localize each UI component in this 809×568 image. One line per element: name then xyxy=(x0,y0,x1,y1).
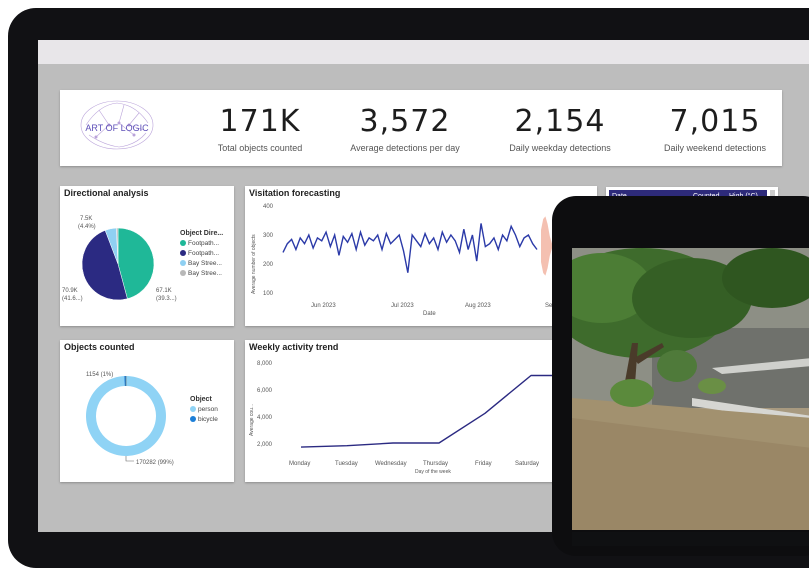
data-label: 1154 (1%) xyxy=(86,372,113,378)
data-label: (4.4%) xyxy=(78,224,96,230)
legend-title: Object xyxy=(190,396,212,403)
y-tick: 4,000 xyxy=(257,415,273,421)
legend-swatch xyxy=(190,416,196,423)
objects-legend: Object person bicycle xyxy=(190,396,218,423)
y-tick: 200 xyxy=(263,262,274,268)
leader-line xyxy=(125,456,134,462)
data-label: 170282 (99%) xyxy=(136,460,174,466)
kpi-label: Daily weekend detections xyxy=(663,143,767,153)
top-strip xyxy=(38,40,809,64)
directional-legend: Object Dire... Footpath... Footpath... B… xyxy=(180,230,223,277)
x-axis-label: Day of the week xyxy=(415,469,451,475)
series-line[interactable] xyxy=(300,374,577,448)
legend-label: Footpath... xyxy=(188,240,220,247)
legend-swatch xyxy=(180,240,186,247)
y-tick: 2,000 xyxy=(257,442,273,448)
kpi-card: ART OF LOGIC 171K Total objects counted … xyxy=(60,90,782,166)
data-label: 70.9K xyxy=(62,288,78,294)
kpi-label: Average detections per day xyxy=(350,143,460,153)
data-label: 67.1K xyxy=(156,288,172,294)
weekly-line-chart[interactable]: 8,000 6,000 4,000 2,000 Average cou... M… xyxy=(245,340,597,482)
x-tick: Aug 2023 xyxy=(465,303,491,309)
legend-label: Footpath... xyxy=(188,250,220,257)
legend-label: Bay Stree... xyxy=(188,270,222,277)
objects-counted-card[interactable]: Objects counted 1154 (1%) 170282 (99%) O… xyxy=(60,340,234,482)
legend-swatch xyxy=(180,250,186,257)
legend-item[interactable]: person xyxy=(190,406,218,413)
visitation-forecasting-card[interactable]: Visitation forecasting 400 300 200 100 J… xyxy=(245,186,597,326)
x-axis-label: Date xyxy=(423,311,436,317)
kpi-average-per-day: 3,572 Average detections per day xyxy=(330,104,480,153)
x-tick: Jul 2023 xyxy=(391,303,414,309)
weekly-activity-card[interactable]: Weekly activity trend 8,000 6,000 4,000 … xyxy=(245,340,597,482)
y-tick: 100 xyxy=(263,291,274,297)
legend-item[interactable]: Footpath... xyxy=(180,240,223,247)
legend-swatch xyxy=(190,406,196,413)
kpi-value: 171K xyxy=(219,104,301,139)
data-label: (39.3...) xyxy=(156,296,177,302)
forecast-line-chart[interactable]: 400 300 200 100 Jun 2023 Jul 2023 Aug 20… xyxy=(245,186,597,326)
legend-item[interactable]: Footpath... xyxy=(180,250,223,257)
y-tick: 400 xyxy=(263,204,274,210)
donut-slice[interactable] xyxy=(85,376,166,456)
y-axis-label: Average number of objects xyxy=(251,234,257,294)
y-tick: 6,000 xyxy=(257,388,273,394)
legend-item[interactable]: bicycle xyxy=(190,416,218,423)
kpi-label: Daily weekday detections xyxy=(509,143,611,153)
legend-label: person xyxy=(198,406,218,413)
y-tick: 8,000 xyxy=(257,361,273,367)
x-tick: Jun 2023 xyxy=(311,303,336,309)
x-tick: Saturday xyxy=(515,461,539,467)
x-tick: Monday xyxy=(289,461,310,467)
card-title: Objects counted xyxy=(64,342,135,352)
kpi-label: Total objects counted xyxy=(217,143,303,153)
legend-swatch xyxy=(180,260,186,267)
series-line[interactable] xyxy=(282,223,538,273)
kpi-value: 3,572 xyxy=(359,104,451,139)
directional-analysis-card[interactable]: Directional analysis 7.5K (4.4%) 70.9K (… xyxy=(60,186,234,326)
x-tick: Tuesday xyxy=(335,461,358,467)
kpi-value: 7,015 xyxy=(669,104,761,139)
y-tick: 300 xyxy=(263,233,274,239)
legend-label: Bay Stree... xyxy=(188,260,222,267)
legend-item[interactable]: Bay Stree... xyxy=(180,270,223,277)
card-title: Directional analysis xyxy=(64,188,149,198)
legend-item[interactable]: Bay Stree... xyxy=(180,260,223,267)
kpi-weekend: 7,015 Daily weekend detections xyxy=(640,104,790,153)
legend-swatch xyxy=(180,270,186,277)
data-label: 7.5K xyxy=(80,216,92,222)
legend-label: bicycle xyxy=(198,416,218,423)
kpi-total-objects: 171K Total objects counted xyxy=(185,104,335,153)
x-tick: Wednesday xyxy=(375,461,407,467)
camera-feed-image xyxy=(572,248,809,530)
brain-logo-icon: ART OF LOGIC xyxy=(80,100,154,150)
kpi-weekday: 2,154 Daily weekday detections xyxy=(485,104,635,153)
logo-text: ART OF LOGIC xyxy=(85,123,149,133)
kpi-value: 2,154 xyxy=(514,104,606,139)
camera-scene xyxy=(572,248,809,530)
x-tick: Friday xyxy=(475,461,492,467)
x-tick: Thursday xyxy=(423,461,448,467)
tablet-frame xyxy=(552,196,809,556)
y-axis-label: Average cou... xyxy=(249,404,255,436)
legend-title: Object Dire... xyxy=(180,230,224,237)
data-label: (41.6...) xyxy=(62,296,83,302)
